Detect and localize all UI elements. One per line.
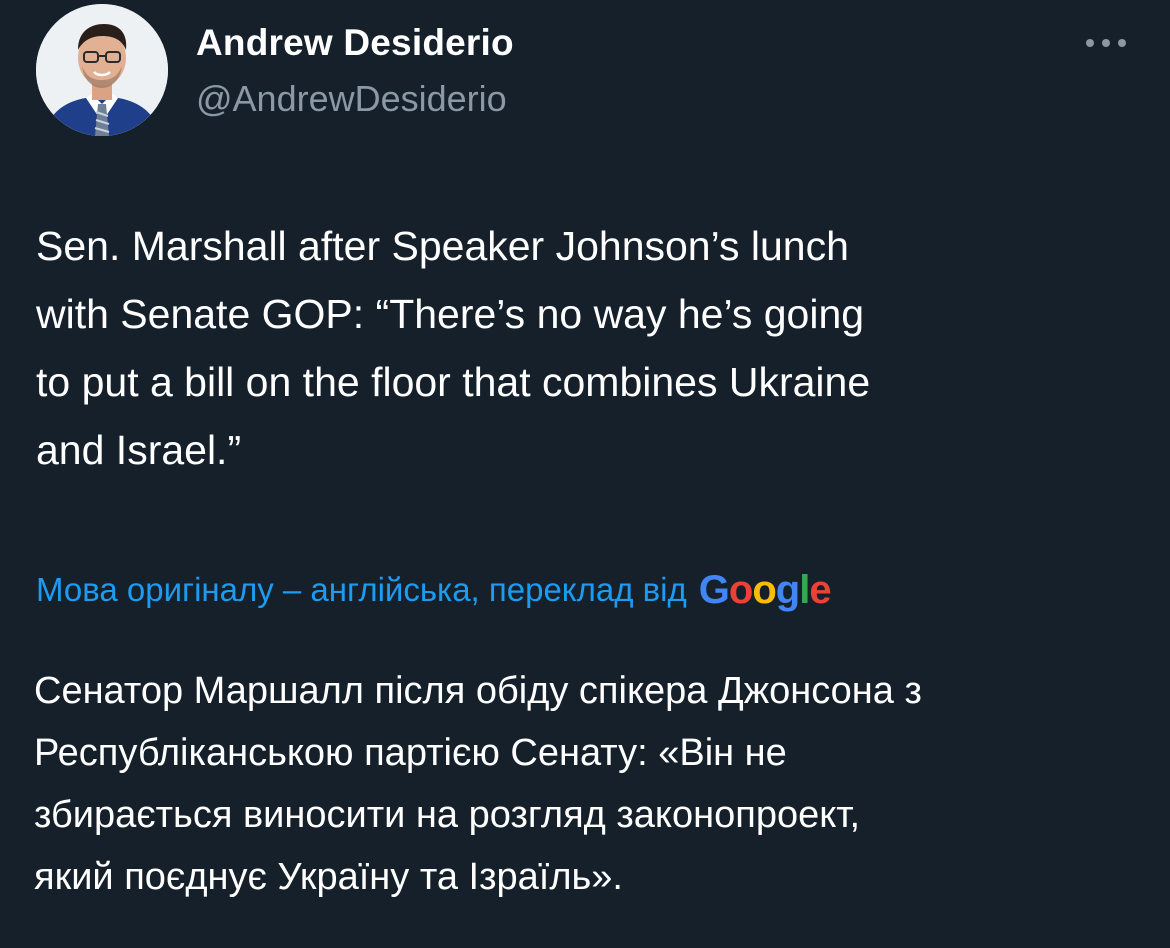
more-dot: [1118, 39, 1126, 47]
translated-line: збирається виносити на розгляд законопро…: [34, 794, 861, 836]
avatar-photo: [36, 4, 168, 136]
more-dot: [1086, 39, 1094, 47]
google-logo-letter: g: [775, 567, 800, 612]
avatar[interactable]: [36, 4, 168, 136]
google-logo-letter: e: [809, 567, 831, 612]
more-dot: [1102, 39, 1110, 47]
translated-text: Сенатор Маршалл після обіду спікера Джон…: [34, 660, 1134, 908]
google-logo-letter: o: [728, 567, 753, 612]
google-logo: Google: [698, 567, 832, 613]
google-logo-letter: G: [698, 567, 730, 612]
google-logo-letter: l: [799, 567, 810, 612]
translation-attribution[interactable]: Мова оригіналу – англійська, переклад ві…: [36, 564, 832, 616]
tweet-line: to put a bill on the floor that combines…: [36, 359, 871, 405]
google-logo-letter: o: [752, 567, 776, 612]
display-name[interactable]: Andrew Desiderio: [196, 22, 514, 64]
translated-line: Республіканською партією Сенату: «Він не: [34, 732, 787, 774]
more-horizontal-icon[interactable]: [1082, 28, 1130, 58]
tweet-text: Sen. Marshall after Speaker Johnson’s lu…: [36, 212, 1126, 484]
user-handle[interactable]: @AndrewDesiderio: [196, 78, 507, 120]
tweet-line: and Israel.”: [36, 427, 242, 473]
translated-line: Сенатор Маршалл після обіду спікера Джон…: [34, 670, 922, 712]
tweet-line: with Senate GOP: “There’s no way he’s go…: [36, 291, 865, 337]
translated-line: який поєднує Україну та Ізраїль».: [34, 856, 623, 898]
tweet-line: Sen. Marshall after Speaker Johnson’s lu…: [36, 223, 849, 269]
translation-label[interactable]: Мова оригіналу – англійська, переклад ві…: [36, 571, 687, 609]
